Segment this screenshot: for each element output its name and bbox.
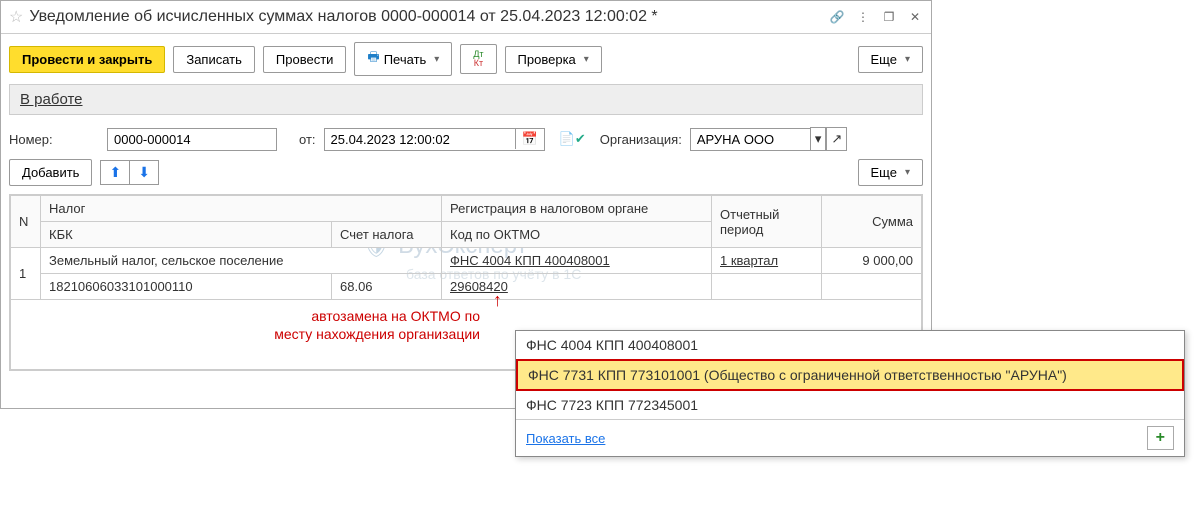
write-button[interactable]: Записать <box>173 46 255 73</box>
show-all-link[interactable]: Показать все <box>526 431 605 446</box>
org-input[interactable] <box>690 128 810 151</box>
dtkt-button[interactable]: ДтКт <box>460 44 496 74</box>
calendar-icon[interactable]: 📅 <box>515 129 544 149</box>
org-open-icon[interactable]: ↗ <box>826 127 847 151</box>
cell-n[interactable]: 1 <box>11 248 41 300</box>
cell-reg[interactable]: ФНС 4004 КПП 400408001 <box>442 248 712 274</box>
link-icon[interactable]: 🔗 <box>829 10 845 24</box>
th-period[interactable]: Отчетный период <box>712 196 822 248</box>
th-reg[interactable]: Регистрация в налоговом органе <box>442 196 712 222</box>
dtkt-icon: ДтКт <box>473 50 483 68</box>
add-new-button[interactable]: + <box>1147 426 1174 450</box>
th-sum[interactable]: Сумма <box>822 196 922 248</box>
approved-icon[interactable]: 📄✔ <box>559 131 586 147</box>
annotation-text: автозамена на ОКТМО поместу нахождения о… <box>220 307 480 343</box>
move-down-button[interactable]: ⬇ <box>130 161 158 184</box>
table-toolbar: Добавить ⬆ ⬇ Еще <box>1 155 931 190</box>
cell-account[interactable]: 68.06 <box>332 274 442 300</box>
favorite-star-icon[interactable]: ☆ <box>9 7 23 27</box>
cell-oktmo[interactable]: 29608420 <box>442 274 712 300</box>
cell-sum[interactable]: 9 000,00 <box>822 248 922 274</box>
registration-dropdown: ФНС 4004 КПП 400408001 ФНС 7731 КПП 7731… <box>515 330 1185 457</box>
post-close-button[interactable]: Провести и закрыть <box>9 46 165 73</box>
cell-tax[interactable]: Земельный налог, сельское поселение <box>41 248 442 274</box>
annotation-arrow-icon: ↑ <box>493 290 502 311</box>
dropdown-item-selected[interactable]: ФНС 7731 КПП 773101001 (Общество с огран… <box>516 359 1184 391</box>
print-label: Печать <box>384 52 427 67</box>
window-title: Уведомление об исчисленных суммах налого… <box>29 8 823 26</box>
org-label: Организация: <box>600 132 682 147</box>
org-dropdown-icon[interactable]: ▾ <box>810 127 827 151</box>
more-button[interactable]: Еще <box>858 46 923 73</box>
toolbar: Провести и закрыть Записать Провести 🖶 П… <box>1 34 931 84</box>
window-restore-icon[interactable]: ❐ <box>881 10 897 24</box>
more-vertical-icon[interactable]: ⋮ <box>855 10 871 24</box>
date-input[interactable] <box>325 129 515 150</box>
add-button[interactable]: Добавить <box>9 159 92 186</box>
th-account[interactable]: Счет налога <box>332 222 442 248</box>
status-link[interactable]: В работе <box>20 91 83 108</box>
header-form-row: Номер: от: 📅 📄✔ Организация: ▾ ↗ <box>1 123 931 155</box>
cell-reg-link[interactable]: ФНС 4004 КПП 400408001 <box>450 253 610 268</box>
check-button[interactable]: Проверка <box>505 46 602 73</box>
number-input[interactable] <box>107 128 277 151</box>
status-bar: В работе <box>9 84 923 115</box>
cell-period-link[interactable]: 1 квартал <box>720 253 778 268</box>
printer-icon: 🖶 <box>367 48 379 70</box>
th-kbk[interactable]: КБК <box>41 222 332 248</box>
dropdown-item[interactable]: ФНС 4004 КПП 400408001 <box>516 331 1184 359</box>
dropdown-item[interactable]: ФНС 7723 КПП 772345001 <box>516 391 1184 419</box>
cell-kbk[interactable]: 18210606033101000110 <box>41 274 332 300</box>
number-label: Номер: <box>9 132 99 147</box>
cell-period[interactable]: 1 квартал <box>712 248 822 274</box>
table-row[interactable]: 1 Земельный налог, сельское поселение ФН… <box>11 248 922 274</box>
post-button[interactable]: Провести <box>263 46 347 73</box>
th-oktmo[interactable]: Код по ОКТМО <box>442 222 712 248</box>
print-button[interactable]: 🖶 Печать <box>354 42 452 76</box>
close-icon[interactable]: ✕ <box>907 10 923 24</box>
th-tax[interactable]: Налог <box>41 196 442 222</box>
th-n[interactable]: N <box>11 196 41 248</box>
date-label: от: <box>299 132 316 147</box>
titlebar: ☆ Уведомление об исчисленных суммах нало… <box>1 1 931 34</box>
table-more-button[interactable]: Еще <box>858 159 923 186</box>
move-up-button[interactable]: ⬆ <box>101 161 130 184</box>
table-row-sub[interactable]: 18210606033101000110 68.06 29608420 <box>11 274 922 300</box>
